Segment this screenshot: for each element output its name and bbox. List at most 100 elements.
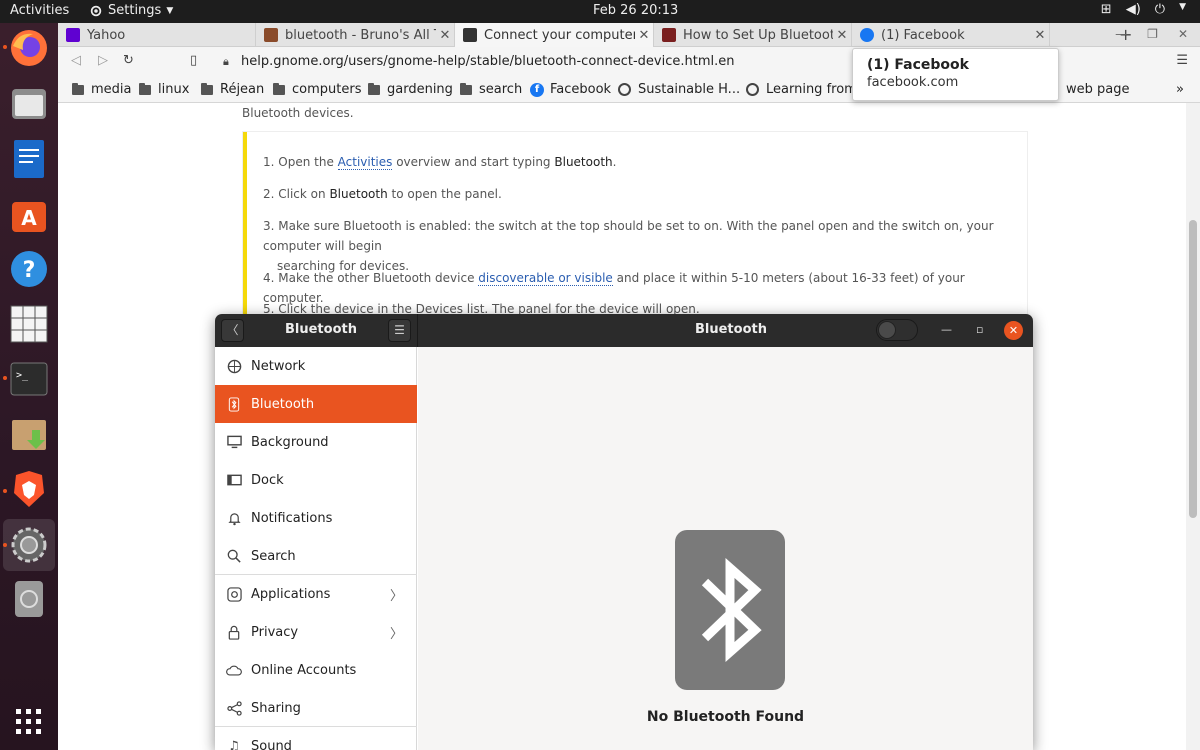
activities-button[interactable]: Activities [10,3,69,18]
tab-yahoo[interactable]: Yahoo [58,23,256,47]
tab-label: (1) Facebook [881,27,965,43]
close-icon[interactable]: ✕ [635,28,653,43]
gnome-top-bar: Activities Settings ▼ Feb 26 20:13 ⊞ ◀) … [0,0,1200,23]
more-bookmarks-icon[interactable]: » [1176,82,1184,97]
discoverable-link[interactable]: discoverable or visible [478,271,613,286]
bookmark-computers[interactable]: computers [273,82,361,97]
bookmark-sustainable[interactable]: Sustainable H... [618,82,740,97]
chevron-left-icon: 〈 [226,323,239,337]
sidebar-item-dock[interactable]: Dock [215,461,417,499]
minimize-icon[interactable]: — [941,323,952,336]
tab-facebook[interactable]: (1) Facebook ✕ [852,23,1050,47]
sidebar-item-background[interactable]: Background [215,423,417,461]
bookmark-label: media [91,82,132,97]
bookmark-learning[interactable]: Learning from... [746,82,869,97]
brave-launcher[interactable] [8,468,50,510]
bookmark-rejean[interactable]: Réjean [201,82,264,97]
sidebar-item-applications[interactable]: Applications 〉 [215,575,417,613]
sidebar-item-search[interactable]: Search [215,537,417,575]
sidebar-item-label: Background [251,434,329,450]
sidebar-item-privacy[interactable]: Privacy 〉 [215,613,417,651]
bookmark-gardening[interactable]: gardening [368,82,453,97]
folder-icon [12,89,46,119]
clock[interactable]: Feb 26 20:13 [593,3,678,18]
terminal-launcher[interactable]: >_ [8,358,50,400]
bell-icon [226,510,242,526]
settings-sidebar: Network Bluetooth Background Dock Notifi… [215,347,417,750]
settings-launcher[interactable] [3,519,55,571]
close-icon[interactable]: ✕ [1178,27,1188,41]
sidebar-item-sharing[interactable]: Sharing [215,689,417,727]
hamburger-menu-icon[interactable]: ☰ [1176,53,1188,68]
sidebar-item-online-accounts[interactable]: Online Accounts [215,651,417,689]
facebook-icon: f [530,82,544,97]
bookmark-media[interactable]: media [72,82,132,97]
bookmark-facebook[interactable]: f Facebook [530,82,611,97]
sidebar-item-network[interactable]: Network [215,347,417,385]
app-menu-button[interactable]: Settings ▼ [89,3,173,18]
tab-bruno-blog[interactable]: bluetooth - Bruno's All Thi ✕ [256,23,455,47]
folder-icon [139,82,151,95]
sidebar-item-label: Search [251,548,296,564]
step-1: 1. Open the Activities overview and star… [263,152,1003,172]
network-icon: ⊞ [1100,2,1112,17]
activities-link[interactable]: Activities [337,155,393,170]
software-launcher[interactable]: A [8,193,50,235]
bookmark-page-icon[interactable]: ▯ [190,53,197,68]
show-applications-button[interactable] [8,701,50,743]
system-tray[interactable]: ⊞ ◀) ⏻ ▼ [1101,2,1186,17]
tab-gnome-help[interactable]: Connect your computer to ✕ [455,23,654,47]
scrollbar-thumb[interactable] [1189,220,1197,518]
bookmark-label: gardening [387,82,453,97]
folder-icon [72,82,84,95]
back-button[interactable]: 〈 [221,319,244,342]
close-icon[interactable]: ✕ [1031,28,1049,43]
site-favicon-icon [662,28,676,42]
share-icon [226,700,242,716]
brave-lion-icon [14,471,44,507]
bookmark-search[interactable]: search [460,82,522,97]
close-button[interactable]: ✕ [1004,321,1023,340]
sidebar-item-label: Network [251,358,306,374]
writer-launcher[interactable] [8,138,50,180]
tab-howto[interactable]: How to Set Up Bluetooth i ✕ [654,23,852,47]
sudoku-icon [10,305,48,343]
close-icon[interactable]: ✕ [833,28,851,43]
sidebar-item-label: Notifications [251,510,333,526]
primary-menu-button[interactable]: ☰ [388,319,411,342]
steps-list: 1. Open the Activities overview and star… [243,132,1027,322]
sidebar-item-sound[interactable]: ♫ Sound [215,727,417,750]
sudoku-launcher[interactable] [8,303,50,345]
step-text: to open the panel. [387,187,502,201]
minimize-icon[interactable]: — [1115,27,1127,41]
disks-launcher[interactable] [8,578,50,620]
forward-icon[interactable]: ▷ [98,53,108,68]
sidebar-item-bluetooth[interactable]: Bluetooth [215,385,417,423]
bluetooth-toggle[interactable] [876,319,918,341]
back-icon[interactable]: ◁ [71,53,81,68]
cloud-icon [226,662,242,678]
files-launcher[interactable] [8,83,50,125]
browser-window-controls: — ❐ ✕ [1115,27,1188,41]
gear-icon [90,5,102,16]
bluetooth-icon [226,396,242,412]
dock-icon [226,472,242,488]
facebook-icon [860,28,874,42]
running-indicator [3,45,7,49]
maximize-icon[interactable]: ❐ [1147,27,1158,41]
help-icon: ? [11,251,47,287]
bookmark-linux[interactable]: linux [139,82,189,97]
bookmark-web-page[interactable]: web page [1066,82,1129,97]
maximize-icon[interactable]: ▫ [976,323,983,336]
firefox-launcher[interactable] [8,27,50,69]
sidebar-item-notifications[interactable]: Notifications [215,499,417,537]
settings-window: 〈 Bluetooth ☰ Bluetooth — ▫ ✕ Network Bl… [215,314,1033,750]
close-icon[interactable]: ✕ [436,28,454,43]
archive-launcher[interactable] [8,413,50,455]
bookmark-label: search [479,82,523,97]
yahoo-icon [66,28,80,42]
chevron-right-icon: 〉 [389,588,403,604]
url-bar[interactable]: help.gnome.org/users/gnome-help/stable/b… [241,54,735,69]
help-launcher[interactable]: ? [8,248,50,290]
reload-icon[interactable]: ↻ [123,53,134,68]
